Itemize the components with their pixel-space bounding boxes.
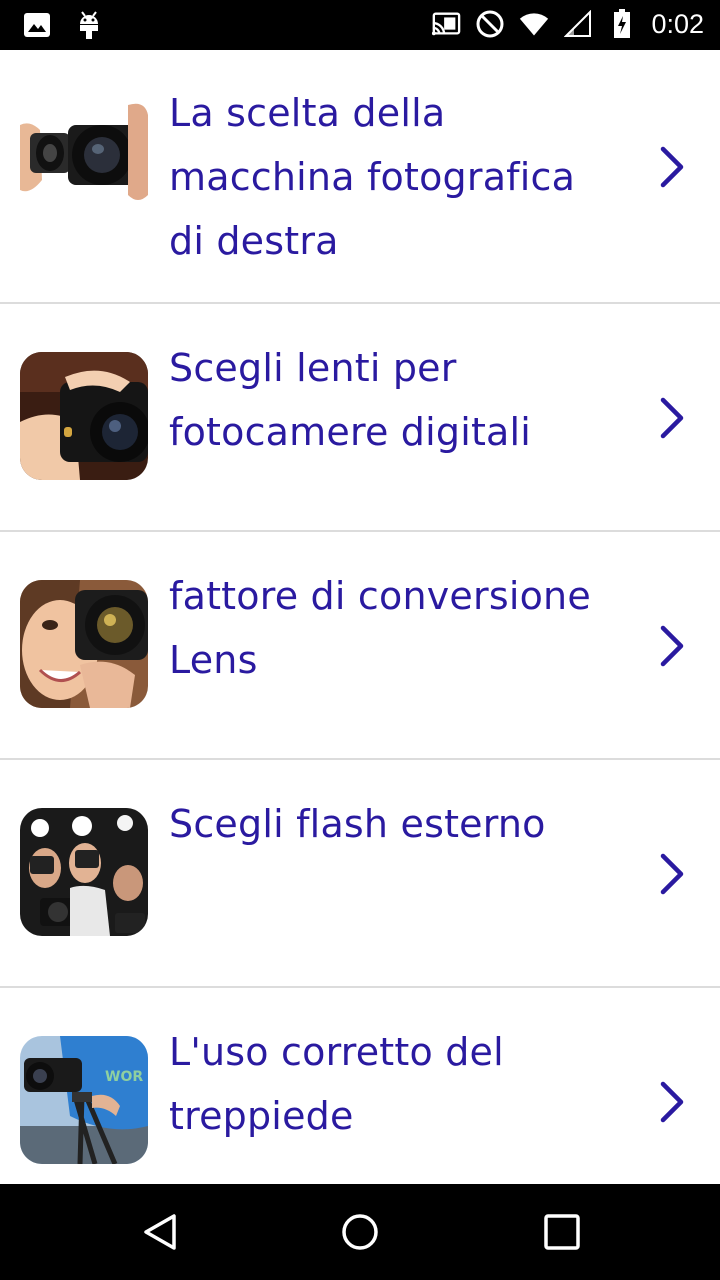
svg-text:WOR: WOR xyxy=(105,1069,143,1085)
wifi-icon xyxy=(519,9,549,39)
item-title: Scegli flash esterno xyxy=(169,802,546,846)
chevron-right-icon xyxy=(655,145,689,189)
item-title: Scegli lenti per fotocamere digitali xyxy=(169,346,532,454)
android-icon xyxy=(74,10,104,40)
photographers-flash-photo xyxy=(20,808,148,936)
signal-icon xyxy=(563,9,593,39)
cast-icon xyxy=(431,9,461,39)
camera-lens-photo xyxy=(20,85,148,213)
article-list[interactable]: La scelta della macchina fotografica di … xyxy=(0,50,720,1184)
chevron-right-icon xyxy=(655,852,689,896)
chevron-right-icon xyxy=(655,624,689,668)
list-item[interactable]: fattore di conversione Lens xyxy=(0,532,720,760)
battery-charging-icon xyxy=(607,9,637,39)
item-title: La scelta della macchina fotografica di … xyxy=(169,91,576,263)
item-title: fattore di conversione Lens xyxy=(169,574,591,682)
navigation-bar xyxy=(0,1184,720,1280)
home-icon[interactable] xyxy=(340,1212,380,1252)
list-item[interactable]: Scegli flash esterno xyxy=(0,760,720,988)
list-item[interactable]: WOR L'uso corretto del treppiede xyxy=(0,988,720,1184)
hands-camera-photo xyxy=(20,352,148,480)
status-bar: 0:02 xyxy=(0,0,720,50)
image-icon xyxy=(22,10,52,40)
tripod-camera-photo: WOR xyxy=(20,1036,148,1164)
list-item[interactable]: La scelta della macchina fotografica di … xyxy=(0,50,720,304)
woman-camera-photo xyxy=(20,580,148,708)
recents-icon[interactable] xyxy=(542,1212,582,1252)
do-not-disturb-icon xyxy=(475,9,505,39)
list-item[interactable]: Scegli lenti per fotocamere digitali xyxy=(0,304,720,532)
clock: 0:02 xyxy=(651,9,704,39)
chevron-right-icon xyxy=(655,1080,689,1124)
chevron-right-icon xyxy=(655,396,689,440)
back-icon[interactable] xyxy=(140,1212,180,1252)
item-title: L'uso corretto del treppiede xyxy=(169,1030,504,1138)
